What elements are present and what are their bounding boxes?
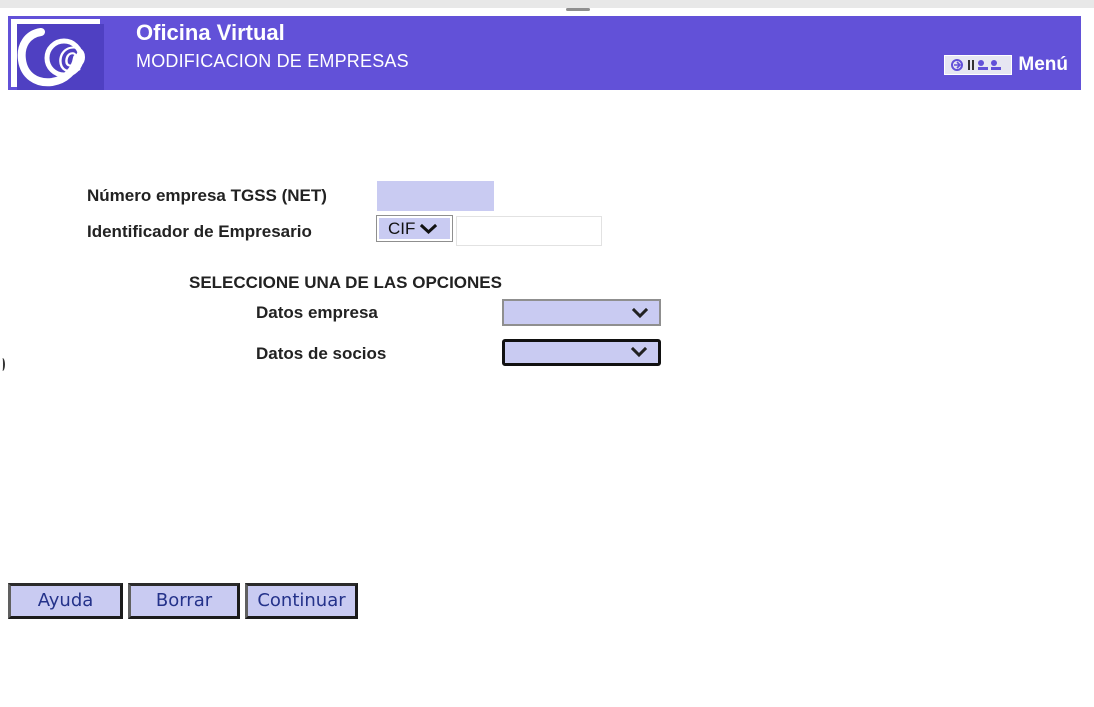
employer-id-input[interactable] [456, 216, 602, 246]
page: @ Oficina Virtual MODIFICACION DE EMPRES… [0, 0, 1094, 707]
at-sign-logo-icon: @ [17, 24, 104, 90]
company-data-label: Datos empresa [256, 303, 378, 322]
menu-grid-icon[interactable] [944, 55, 1013, 75]
clear-button[interactable]: Borrar [128, 583, 240, 619]
svg-text:@: @ [57, 42, 86, 75]
menu-label[interactable]: Menú [1018, 54, 1068, 76]
options-title: SELECCIONE UNA DE LAS OPCIONES [189, 273, 502, 292]
menu-button[interactable]: Menú [944, 54, 1068, 76]
help-button[interactable]: Ayuda [8, 583, 123, 619]
window-notch [566, 8, 590, 11]
logo: @ [8, 16, 104, 90]
app-title: Oficina Virtual [136, 20, 285, 45]
employer-id-type-value: CIF [388, 218, 416, 238]
employer-id-label: Identificador de Empresario [87, 222, 312, 241]
chevron-down-icon [420, 223, 437, 234]
net-label: Número empresa TGSS (NET) [87, 186, 327, 205]
partners-data-label: Datos de socios [256, 344, 387, 363]
page-subtitle: MODIFICACION DE EMPRESAS [136, 51, 409, 71]
employer-id-type-select[interactable]: CIF [376, 215, 453, 242]
page-edge-mark [0, 358, 5, 371]
chevron-down-icon [631, 307, 649, 319]
partners-data-select[interactable] [502, 339, 661, 366]
company-data-select[interactable] [502, 299, 661, 326]
header-text: Oficina Virtual MODIFICACION DE EMPRESAS [136, 20, 409, 72]
header-banner: @ Oficina Virtual MODIFICACION DE EMPRES… [8, 16, 1081, 90]
browser-topline [0, 0, 1094, 8]
chevron-down-icon [630, 346, 648, 358]
net-input[interactable] [377, 181, 494, 211]
continue-button[interactable]: Continuar [245, 583, 358, 619]
